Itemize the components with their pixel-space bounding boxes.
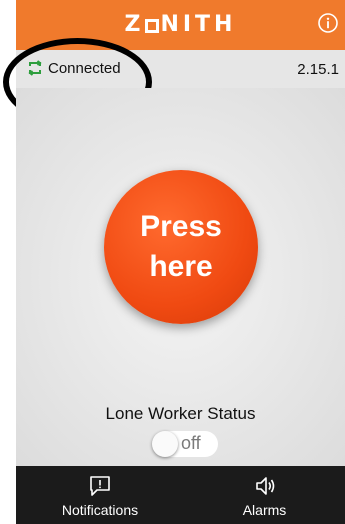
main-panel: Press here Lone Worker Status off [16, 88, 345, 466]
logo-square-mark [145, 19, 160, 33]
connection-label: Connected [48, 59, 121, 77]
connection-status: Connected [26, 59, 121, 77]
notification-bubble-icon [90, 476, 110, 496]
app-version: 2.15.1 [297, 61, 339, 78]
nav-alarms-label: Alarms [242, 502, 287, 518]
nav-alarms[interactable]: Alarms [184, 466, 345, 524]
nav-notifications-label: Notifications [61, 502, 139, 518]
connection-status-bar: Connected 2.15.1 [16, 50, 345, 88]
zonith-logo: Z NITH [124, 12, 237, 37]
lone-worker-status-label: Lone Worker Status [105, 404, 256, 423]
speaker-icon [255, 477, 274, 495]
info-icon[interactable] [317, 12, 339, 34]
press-here-button[interactable]: Press here [104, 170, 258, 324]
toggle-knob [152, 431, 178, 457]
bottom-navigation: Notifications Alarms [16, 466, 345, 524]
nav-notifications[interactable]: Notifications [16, 466, 184, 524]
lone-worker-toggle[interactable]: off [152, 431, 218, 457]
sync-icon [28, 60, 42, 76]
app-header: Z NITH [16, 0, 345, 50]
toggle-state-label: off [181, 433, 201, 453]
